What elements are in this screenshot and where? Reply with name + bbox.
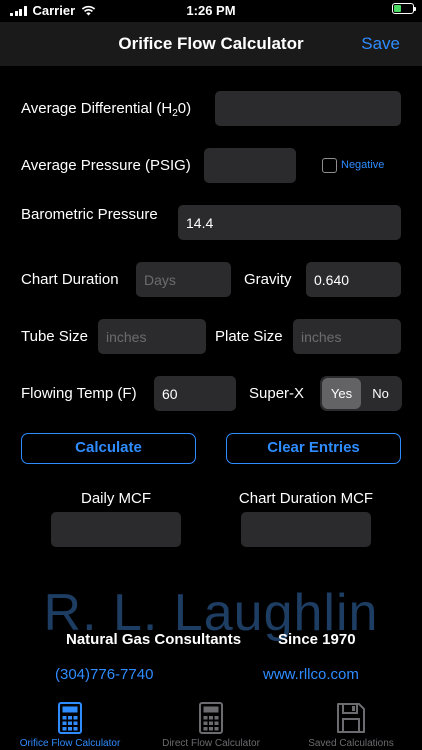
avg-pressure-label: Average Pressure (PSIG) xyxy=(21,157,191,174)
tube-size-label: Tube Size xyxy=(21,328,88,345)
website-link[interactable]: www.rllco.com xyxy=(263,666,359,683)
tagline-consultants: Natural Gas Consultants xyxy=(66,631,242,648)
floppy-disk-icon xyxy=(337,703,365,733)
tab-orifice-flow-calculator[interactable]: Orifice Flow Calculator xyxy=(0,702,140,749)
plate-size-label: Plate Size xyxy=(215,328,283,345)
tab-bar: Orifice Flow Calculator Direct Flow Calc… xyxy=(0,700,422,750)
calculate-button[interactable]: Calculate xyxy=(21,433,196,464)
tagline-since: Since 1970 xyxy=(278,631,356,648)
status-right xyxy=(392,3,416,14)
avg-differential-label: Average Differential (H20) xyxy=(21,100,192,119)
gravity-label: Gravity xyxy=(244,271,292,288)
plate-size-input[interactable] xyxy=(293,319,401,354)
clear-entries-button[interactable]: Clear Entries xyxy=(226,433,401,464)
flowing-temp-label: Flowing Temp (F) xyxy=(21,385,137,402)
flowing-temp-input[interactable] xyxy=(154,376,236,411)
chart-duration-input[interactable] xyxy=(136,262,231,297)
superx-no-option[interactable]: No xyxy=(361,378,400,409)
tab-label: Orifice Flow Calculator xyxy=(19,738,121,749)
negative-checkbox[interactable] xyxy=(322,158,337,173)
negative-label: Negative xyxy=(341,159,385,171)
avg-differential-input[interactable] xyxy=(215,91,401,126)
superx-yes-option[interactable]: Yes xyxy=(322,378,361,409)
chart-duration-label: Chart Duration xyxy=(21,271,119,288)
tab-saved-calculations[interactable]: Saved Calculations xyxy=(281,702,421,749)
tab-direct-flow-calculator[interactable]: Direct Flow Calculator xyxy=(141,702,281,749)
navigation-bar: Orifice Flow Calculator Save xyxy=(0,22,422,66)
barometric-pressure-input[interactable] xyxy=(178,205,401,240)
phone-link[interactable]: (304)776-7740 xyxy=(55,666,153,683)
barometric-pressure-label: Barometric Pressure xyxy=(21,206,158,223)
chart-duration-mcf-label: Chart Duration MCF xyxy=(238,490,374,507)
save-button[interactable]: Save xyxy=(361,34,400,54)
tab-label: Direct Flow Calculator xyxy=(162,738,260,749)
tab-label: Saved Calculations xyxy=(308,738,394,749)
page-title: Orifice Flow Calculator xyxy=(118,34,304,53)
superx-label: Super-X xyxy=(249,385,305,402)
gravity-input[interactable] xyxy=(306,262,401,297)
calculator-icon xyxy=(199,702,223,734)
daily-mcf-output xyxy=(51,512,181,547)
battery-icon xyxy=(392,3,416,14)
calculator-icon xyxy=(58,702,82,734)
chart-duration-mcf-output xyxy=(241,512,371,547)
tube-size-input[interactable] xyxy=(98,319,206,354)
status-bar: Carrier 1:26 PM xyxy=(0,0,422,22)
superx-segmented-control: Yes No xyxy=(320,376,402,411)
avg-pressure-input[interactable] xyxy=(204,148,296,183)
daily-mcf-label: Daily MCF xyxy=(81,490,151,507)
status-time: 1:26 PM xyxy=(186,3,236,18)
